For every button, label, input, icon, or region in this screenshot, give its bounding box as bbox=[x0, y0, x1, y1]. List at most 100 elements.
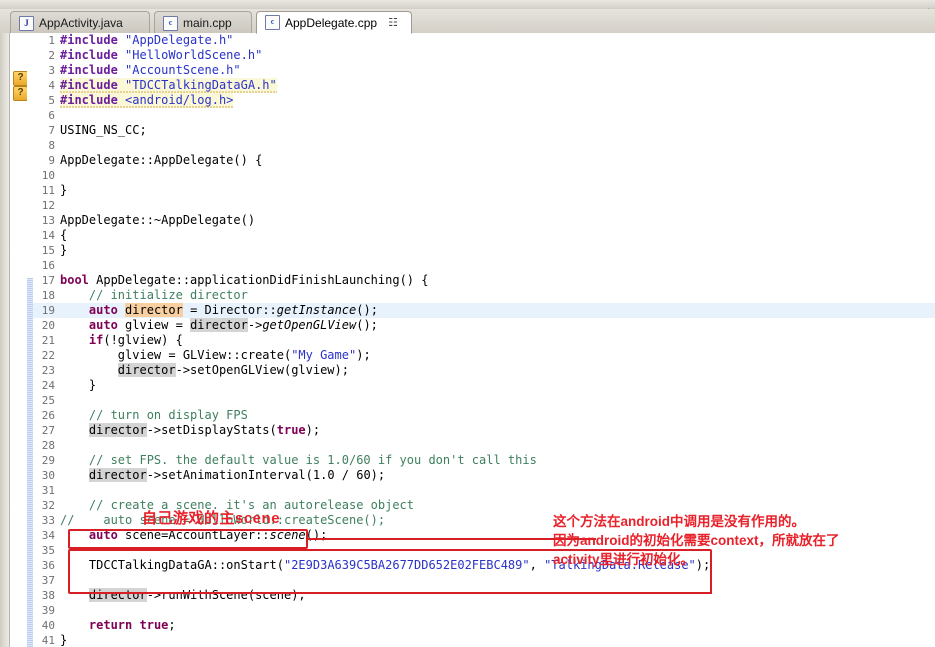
code-lines-container[interactable]: 1 #include "AppDelegate.h" 2 #include "Hell… bbox=[33, 33, 935, 647]
line-number: 32 bbox=[41, 499, 55, 512]
line-source: #include <android/log.h> bbox=[60, 93, 234, 108]
line-number: 34 bbox=[41, 529, 55, 542]
code-line[interactable]: 12 bbox=[33, 198, 935, 213]
line-source: } bbox=[60, 243, 68, 257]
code-line[interactable]: 16 bbox=[33, 258, 935, 273]
line-number: 25 bbox=[41, 394, 55, 407]
code-line[interactable]: 21 if(!glview) { bbox=[33, 333, 935, 348]
code-line[interactable]: 33 // auto scene = HelloWorld::createScen… bbox=[33, 513, 935, 528]
warning-marker-icon[interactable]: ? bbox=[13, 86, 28, 101]
code-line[interactable]: 1 #include "AppDelegate.h" bbox=[33, 33, 935, 48]
code-line[interactable]: 10 bbox=[33, 168, 935, 183]
line-number: 41 bbox=[41, 634, 55, 647]
line-number: 10 bbox=[41, 169, 55, 182]
line-source: AppDelegate::AppDelegate() { bbox=[60, 153, 263, 167]
line-source: } bbox=[60, 183, 68, 197]
code-editor[interactable]: ? ? 1 #include "AppDelegate.h" 2 #include "… bbox=[0, 33, 935, 647]
line-number: 1 bbox=[48, 34, 55, 47]
line-source: { bbox=[60, 228, 68, 242]
line-number: 12 bbox=[41, 199, 55, 212]
line-number: 14 bbox=[41, 229, 55, 242]
line-number: 30 bbox=[41, 469, 55, 482]
code-line[interactable]: 30 director->setAnimationInterval(1.0 / … bbox=[33, 468, 935, 483]
line-number: 20 bbox=[41, 319, 55, 332]
line-number: 39 bbox=[41, 604, 55, 617]
line-source: // initialize director bbox=[60, 288, 248, 302]
code-line[interactable]: 37 bbox=[33, 573, 935, 588]
line-source: return true; bbox=[88, 618, 176, 632]
code-line[interactable]: 40 return true; bbox=[33, 618, 935, 633]
line-source: #include "AppDelegate.h" bbox=[60, 33, 234, 47]
code-line[interactable]: 13 AppDelegate::~AppDelegate() bbox=[33, 213, 935, 228]
cpp-file-icon: c bbox=[163, 15, 178, 31]
line-number: 28 bbox=[41, 439, 55, 452]
line-number: 35 bbox=[41, 544, 55, 557]
line-source: // turn on display FPS bbox=[60, 408, 248, 422]
line-number: 2 bbox=[48, 49, 55, 62]
code-line[interactable]: 29 // set FPS. the default value is 1.0/… bbox=[33, 453, 935, 468]
editor-marker-gutter[interactable]: ? ? bbox=[10, 33, 28, 647]
line-number: 16 bbox=[41, 259, 55, 272]
code-line[interactable]: 35 bbox=[33, 543, 935, 558]
code-line[interactable]: 2 #include "HelloWorldScene.h" bbox=[33, 48, 935, 63]
code-line[interactable]: 38 director->runWithScene(scene); bbox=[33, 588, 935, 603]
code-line[interactable]: 6 bbox=[33, 108, 935, 123]
line-number: 36 bbox=[41, 559, 55, 572]
code-line[interactable]: 17 bool AppDelegate::applicationDidFinish… bbox=[33, 273, 935, 288]
warning-marker-icon[interactable]: ? bbox=[13, 71, 28, 86]
line-source: director->setDisplayStats(true); bbox=[88, 423, 321, 437]
code-line[interactable]: 20 auto glview = director->getOpenGLView… bbox=[33, 318, 935, 333]
line-number: 23 bbox=[41, 364, 55, 377]
code-line[interactable]: 28 bbox=[33, 438, 935, 453]
code-line[interactable]: 19 auto director = Director::getInstance… bbox=[33, 303, 935, 318]
line-number: 17 bbox=[41, 274, 55, 287]
line-source: #include "TDCCTalkingDataGA.h" bbox=[60, 78, 277, 93]
code-line[interactable]: 9 AppDelegate::AppDelegate() { bbox=[33, 153, 935, 168]
line-number: 3 bbox=[48, 64, 55, 77]
line-number: 22 bbox=[41, 349, 55, 362]
code-line[interactable]: 15} bbox=[33, 243, 935, 258]
code-line[interactable]: 41} bbox=[33, 633, 935, 647]
line-number: 40 bbox=[41, 619, 55, 632]
close-icon[interactable]: ☷ bbox=[388, 17, 398, 28]
line-number: 11 bbox=[41, 184, 55, 197]
code-line[interactable]: 27 director->setDisplayStats(true); bbox=[33, 423, 935, 438]
code-line[interactable]: 31 bbox=[33, 483, 935, 498]
code-line[interactable]: 8 bbox=[33, 138, 935, 153]
line-source: #include "AccountScene.h" bbox=[60, 63, 241, 77]
line-number: 27 bbox=[41, 424, 55, 437]
code-line[interactable]: 26 // turn on display FPS bbox=[33, 408, 935, 423]
tab-appactivity-java[interactable]: J AppActivity.java bbox=[10, 11, 150, 34]
code-line[interactable]: 5 #include <android/log.h> bbox=[33, 93, 935, 108]
line-number: 37 bbox=[41, 574, 55, 587]
code-line[interactable]: 25 bbox=[33, 393, 935, 408]
code-line[interactable]: 18 // initialize director bbox=[33, 288, 935, 303]
line-number: 26 bbox=[41, 409, 55, 422]
line-source: } bbox=[60, 378, 97, 392]
code-line[interactable]: 7 USING_NS_CC; bbox=[33, 123, 935, 138]
code-line[interactable]: 24 } bbox=[33, 378, 935, 393]
code-line[interactable]: 36 TDCCTalkingDataGA::onStart("2E9D3A639… bbox=[33, 558, 935, 573]
line-source: director->setAnimationInterval(1.0 / 60)… bbox=[88, 468, 386, 482]
line-number: 9 bbox=[48, 154, 55, 167]
code-line[interactable]: 39 bbox=[33, 603, 935, 618]
code-line[interactable]: 22 glview = GLView::create("My Game"); bbox=[33, 348, 935, 363]
tab-appdelegate-cpp[interactable]: c AppDelegate.cpp ☷ bbox=[256, 11, 412, 34]
code-line[interactable]: 4 #include "TDCCTalkingDataGA.h" bbox=[33, 78, 935, 93]
line-source: #include "HelloWorldScene.h" bbox=[60, 48, 263, 62]
code-line[interactable]: 3 #include "AccountScene.h" bbox=[33, 63, 935, 78]
line-number: 5 bbox=[48, 94, 55, 107]
code-line[interactable]: 32 // create a scene. it's an autoreleas… bbox=[33, 498, 935, 513]
line-number: 13 bbox=[41, 214, 55, 227]
tab-label: AppDelegate.cpp bbox=[285, 15, 378, 30]
line-source: AppDelegate::~AppDelegate() bbox=[60, 213, 256, 227]
line-number: 38 bbox=[41, 589, 55, 602]
line-source: USING_NS_CC; bbox=[60, 123, 147, 137]
code-line[interactable]: 23 director->setOpenGLView(glview); bbox=[33, 363, 935, 378]
java-file-icon: J bbox=[19, 15, 34, 31]
code-line[interactable]: 11} bbox=[33, 183, 935, 198]
code-line[interactable]: 14 { bbox=[33, 228, 935, 243]
tab-main-cpp[interactable]: c main.cpp bbox=[154, 11, 252, 34]
code-line[interactable]: 34 auto scene=AccountLayer::scene(); bbox=[33, 528, 935, 543]
tab-label: AppActivity.java bbox=[39, 16, 123, 30]
